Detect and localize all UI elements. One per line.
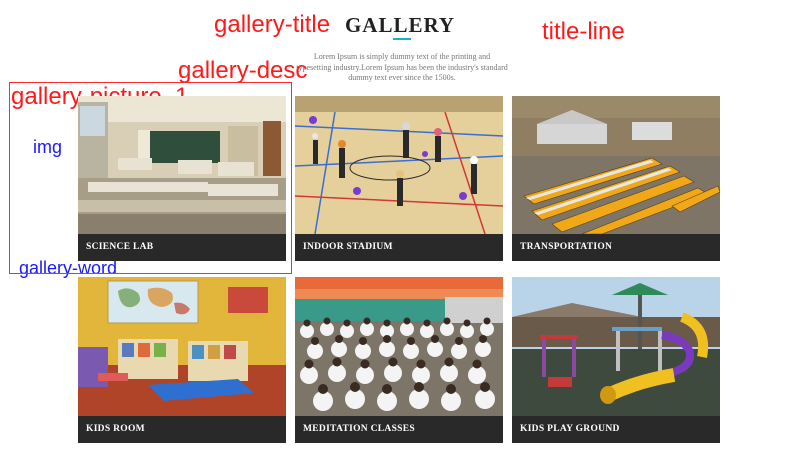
gallery-title: GALLERY [344,13,456,37]
gallery-desc: Lorem Ipsum is simply dummy text of the … [296,52,508,82]
gallery-word: KIDS ROOM [78,416,286,443]
gallery-word: KIDS PLAY GROUND [512,416,720,443]
gallery-picture-meditation-classes[interactable]: MEDITATION CLASSES [295,277,503,443]
gallery-word-label: KIDS PLAY GROUND [520,424,620,434]
meditation-classes-image [295,277,503,416]
gallery-word-label: TRANSPORTATION [520,242,613,252]
gallery-word-label: INDOOR STADIUM [303,242,393,252]
gallery-word-label: KIDS ROOM [86,424,145,434]
gallery-picture-indoor-stadium[interactable]: INDOOR STADIUM [295,96,503,261]
gallery-picture-kids-room[interactable]: KIDS ROOM [78,277,286,443]
gallery-word: MEDITATION CLASSES [295,416,503,443]
kids-play-ground-image [512,277,720,416]
annotation-gallery-picture-box [9,82,292,274]
indoor-stadium-image [295,96,503,234]
title-line [393,38,411,40]
annotation-gallery-desc: gallery-desc [178,57,308,84]
transportation-image [512,96,720,234]
annotation-title-line: title-line [542,18,625,45]
annotation-gallery-title: gallery-title [214,11,331,38]
gallery-word: INDOOR STADIUM [295,234,503,261]
gallery-word: TRANSPORTATION [512,234,720,261]
gallery-word-label: MEDITATION CLASSES [303,424,415,434]
gallery-picture-transportation[interactable]: TRANSPORTATION [512,96,720,261]
gallery-picture-kids-play-ground[interactable]: KIDS PLAY GROUND [512,277,720,443]
kids-room-image [78,277,286,416]
